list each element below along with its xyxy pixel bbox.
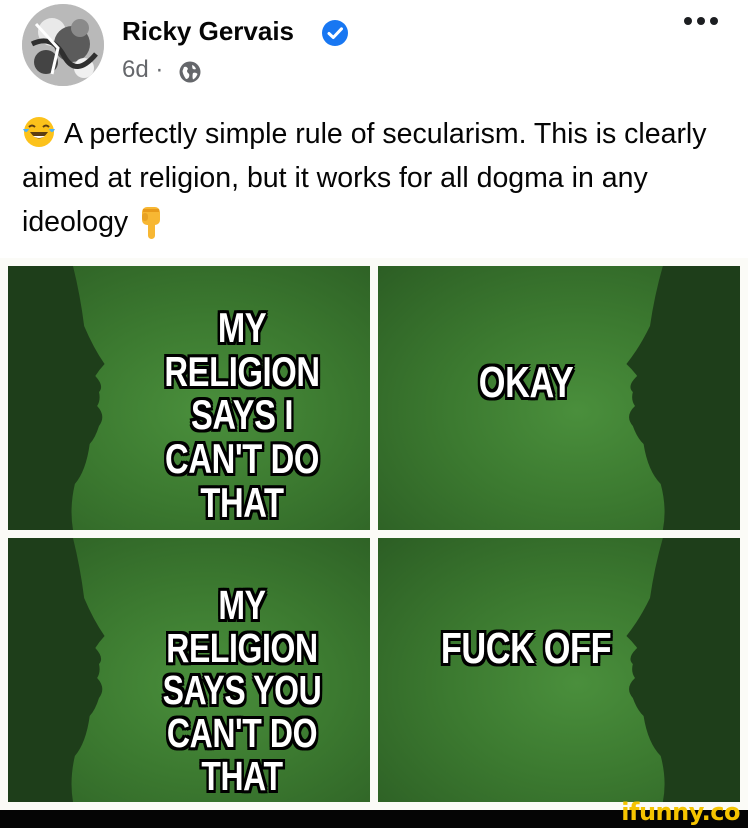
meme-panel-4: FUCK OFF bbox=[378, 538, 740, 802]
meta-separator: · bbox=[155, 56, 164, 83]
author-avatar[interactable] bbox=[22, 4, 104, 86]
caption-text: A perfectly simple rule of secularism. T… bbox=[22, 118, 707, 238]
meme-text-1: MY RELIGION SAYS I CAN'T DO THAT bbox=[164, 304, 320, 526]
post-meta: 6d · bbox=[122, 56, 163, 84]
ifunny-watermark: ifunny.co bbox=[621, 798, 740, 826]
meme-text-4: FUCK OFF bbox=[440, 624, 612, 673]
left-face-silhouette bbox=[8, 266, 105, 530]
meme-panel-3: MY RELIGION SAYS YOU CAN'T DO THAT bbox=[8, 538, 370, 802]
avatar-image bbox=[22, 4, 104, 86]
meme-image[interactable]: MY RELIGION SAYS I CAN'T DO THAT OKAY MY… bbox=[0, 258, 748, 810]
meme-panel-2: OKAY bbox=[378, 266, 740, 530]
meme-panel-1: MY RELIGION SAYS I CAN'T DO THAT bbox=[8, 266, 370, 530]
pointing-down-emoji bbox=[142, 207, 161, 239]
post-time[interactable]: 6d bbox=[122, 56, 149, 83]
meme-text-2: OKAY bbox=[478, 358, 574, 407]
meme-text-3: MY RELIGION SAYS YOU CAN'T DO THAT bbox=[162, 582, 322, 799]
more-options-icon[interactable] bbox=[684, 14, 728, 28]
post-header: Ricky Gervais 6d · bbox=[0, 0, 748, 100]
verified-badge-icon bbox=[322, 20, 348, 46]
post-caption: A perfectly simple rule of secularism. T… bbox=[22, 112, 727, 244]
author-name[interactable]: Ricky Gervais bbox=[122, 16, 294, 47]
left-face-silhouette bbox=[8, 538, 105, 802]
right-face-silhouette bbox=[626, 538, 740, 802]
laughing-tears-emoji bbox=[23, 117, 55, 147]
globe-icon bbox=[179, 61, 201, 83]
